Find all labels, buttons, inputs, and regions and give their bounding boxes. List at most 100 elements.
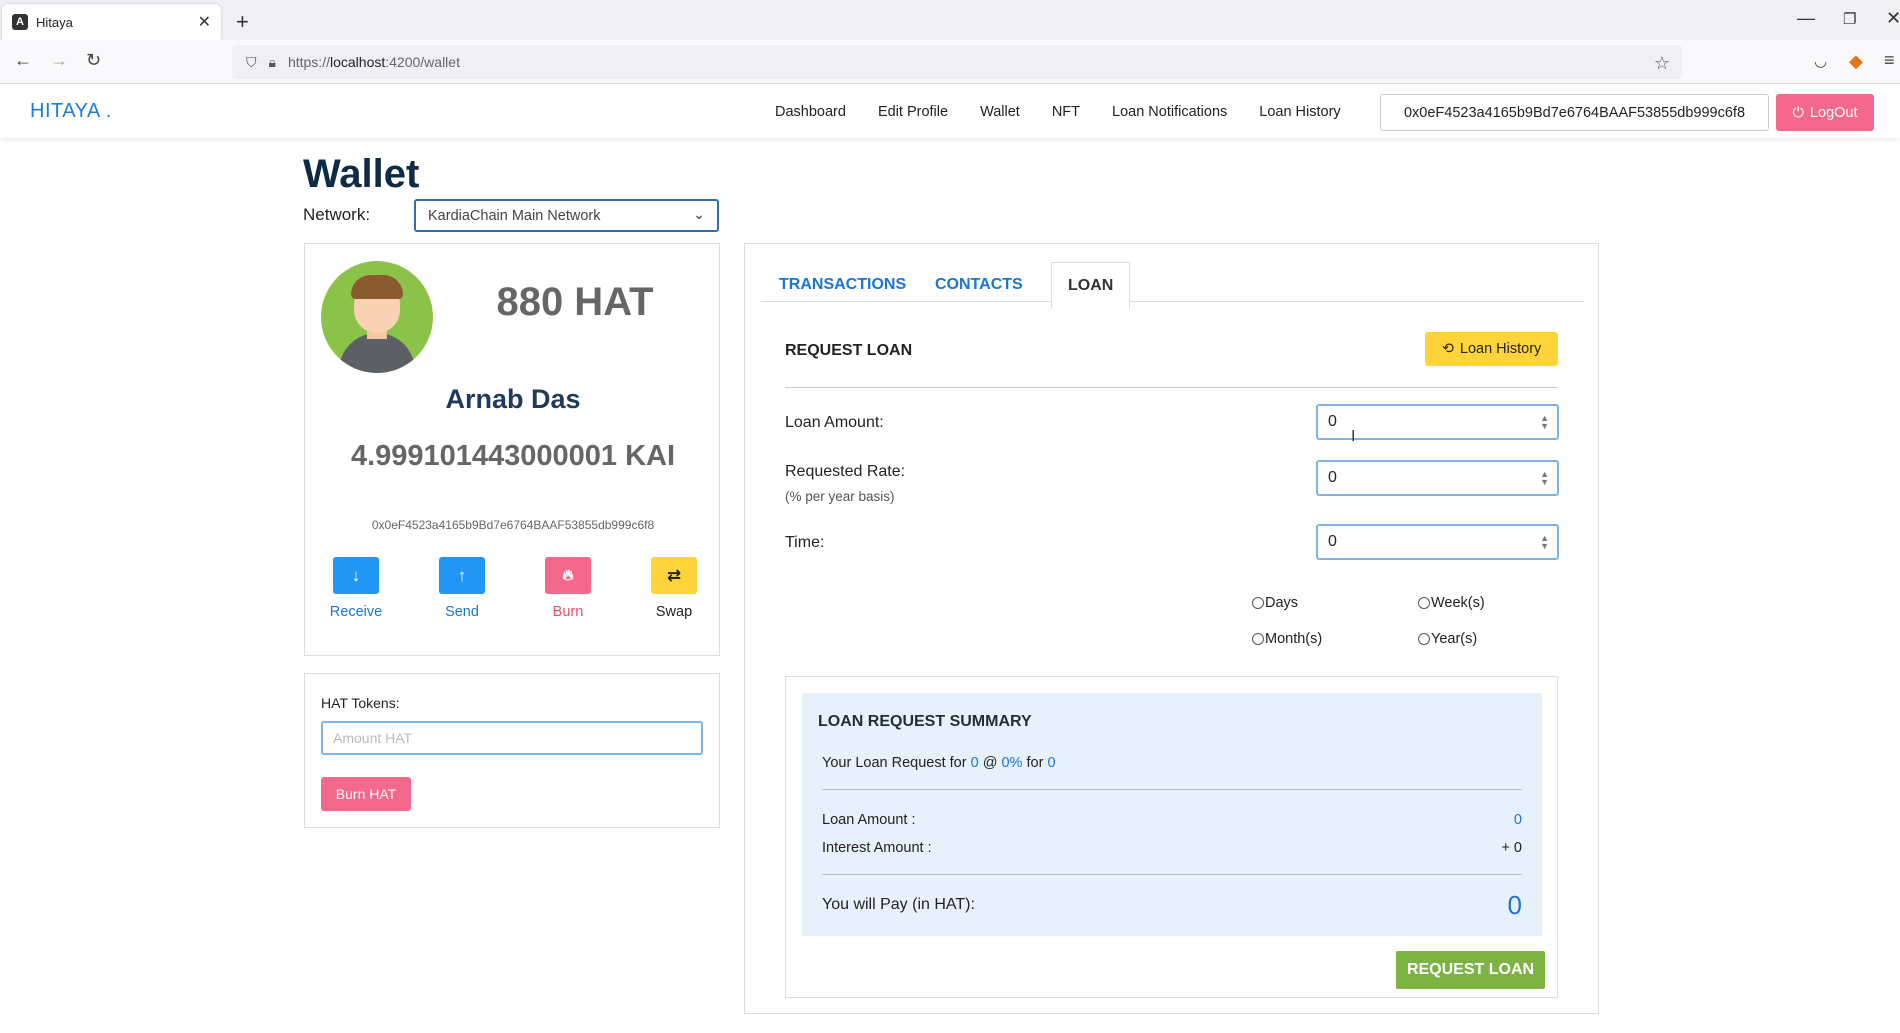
- network-select[interactable]: KardiaChain Main Network ⌄: [414, 199, 719, 232]
- tab-loan[interactable]: LOAN: [1051, 262, 1131, 309]
- profile-card: 880 HAT Arnab Das 4.999101443000001 KAI …: [304, 243, 720, 656]
- loan-summary-container: LOAN REQUEST SUMMARY Your Loan Request f…: [785, 676, 1558, 998]
- requested-rate-input[interactable]: 0 ▲ ▼: [1316, 460, 1559, 496]
- new-tab-icon[interactable]: +: [236, 9, 249, 35]
- history-icon: ⟲: [1441, 341, 1454, 357]
- loan-history-label: Loan History: [1459, 341, 1542, 357]
- power-icon: ⏻: [1792, 104, 1804, 121]
- pay-value: 0: [1507, 890, 1522, 920]
- close-tab-icon[interactable]: ✕: [198, 12, 211, 32]
- stepper-icon[interactable]: ▲ ▼: [1540, 534, 1549, 551]
- arrow-down-icon[interactable]: ↓: [333, 557, 379, 594]
- browser-toolbar: ← → ↻ ⛉ 🔒︎ https://localhost:4200/wallet…: [0, 40, 1900, 84]
- fire-icon[interactable]: 🔥︎: [545, 557, 591, 594]
- forward-icon[interactable]: →: [50, 50, 68, 71]
- nav-dashboard[interactable]: Dashboard: [775, 104, 846, 120]
- minimize-icon[interactable]: —: [1797, 8, 1815, 29]
- request-loan-title: REQUEST LOAN: [785, 342, 913, 359]
- radio-months[interactable]: Month(s): [1252, 631, 1322, 647]
- loan-request-summary: LOAN REQUEST SUMMARY Your Loan Request f…: [802, 693, 1542, 936]
- hat-balance: 880 HAT: [496, 280, 654, 324]
- metamask-fox-icon[interactable]: ◆: [1849, 51, 1863, 72]
- receive-label[interactable]: Receive: [330, 604, 382, 620]
- time-label: Time:: [785, 534, 825, 551]
- send-label[interactable]: Send: [445, 604, 479, 620]
- address-bar[interactable]: ⛉ 🔒︎ https://localhost:4200/wallet ☆: [232, 45, 1682, 79]
- nav-loan-history[interactable]: Loan History: [1259, 104, 1340, 120]
- chevron-down-icon: ⌄: [693, 206, 705, 222]
- request-loan-button[interactable]: REQUEST LOAN: [1396, 951, 1545, 989]
- summary-interest-value: + 0: [1501, 840, 1522, 856]
- loan-card: TRANSACTIONS CONTACTS LOAN REQUEST LOAN …: [744, 243, 1599, 1014]
- requested-rate-label: Requested Rate:: [785, 463, 906, 480]
- radio-years[interactable]: Year(s): [1418, 631, 1477, 647]
- divider: [822, 789, 1522, 790]
- summary-sentence: Your Loan Request for 0 @ 0% for 0: [822, 755, 1056, 771]
- radio-days[interactable]: Days: [1252, 595, 1298, 611]
- loan-history-button[interactable]: ⟲ Loan History: [1425, 332, 1558, 366]
- network-label: Network:: [303, 205, 371, 224]
- time-value: 0: [1328, 533, 1337, 550]
- burn-amount-input[interactable]: Amount HAT: [321, 721, 703, 755]
- time-input[interactable]: 0 ▲ ▼: [1316, 524, 1559, 560]
- summary-interest-row: Interest Amount : + 0: [822, 840, 1522, 856]
- swap-label[interactable]: Swap: [656, 604, 692, 620]
- logout-button[interactable]: ⏻ LogOut: [1776, 94, 1874, 131]
- arrow-up-icon[interactable]: ↑: [439, 557, 485, 594]
- text-cursor-icon: I: [1351, 428, 1356, 445]
- window-close-icon[interactable]: ✕: [1886, 8, 1900, 29]
- reload-icon[interactable]: ↻: [86, 50, 101, 71]
- shield-icon: ⛉: [246, 53, 257, 70]
- swap-action[interactable]: ⇄ Swap: [643, 557, 705, 620]
- wallet-actions: ↓ Receive ↑ Send 🔥︎ Burn ⇄ Swap: [325, 557, 705, 620]
- wallet-address-display[interactable]: 0x0eF4523a4165b9Bd7e6764BAAF53855db999c6…: [1380, 94, 1769, 131]
- pocket-icon[interactable]: ◡: [1814, 52, 1827, 70]
- lock-icon: 🔒︎: [268, 53, 276, 70]
- main-nav: Dashboard Edit Profile Wallet NFT Loan N…: [775, 85, 1341, 138]
- stepper-icon[interactable]: ▲ ▼: [1540, 470, 1549, 487]
- requested-rate-value: 0: [1328, 469, 1337, 486]
- restore-icon[interactable]: ❐: [1843, 10, 1856, 28]
- summary-loan-amount-value: 0: [1513, 812, 1522, 828]
- browser-tab-bar: A Hitaya ✕ + — ❐ ✕: [0, 0, 1900, 40]
- avatar: [321, 261, 433, 373]
- rate-basis-note: (% per year basis): [785, 489, 895, 504]
- swap-icon[interactable]: ⇄: [651, 557, 697, 594]
- summary-title: LOAN REQUEST SUMMARY: [818, 713, 1032, 730]
- brand-logo[interactable]: HITAYA .: [30, 100, 112, 123]
- tab-contacts[interactable]: CONTACTS: [935, 262, 1023, 308]
- stepper-icon[interactable]: ▲ ▼: [1540, 414, 1549, 431]
- nav-nft[interactable]: NFT: [1052, 104, 1080, 120]
- burn-label[interactable]: Burn: [553, 604, 584, 620]
- loan-amount-label: Loan Amount:: [785, 414, 884, 431]
- loan-amount-value: 0: [1328, 413, 1337, 430]
- divider: [822, 874, 1522, 875]
- bookmark-star-icon[interactable]: ☆: [1654, 53, 1670, 74]
- send-action[interactable]: ↑ Send: [431, 557, 493, 620]
- back-icon[interactable]: ←: [14, 50, 32, 71]
- nav-loan-notifications[interactable]: Loan Notifications: [1112, 104, 1227, 120]
- tab-transactions[interactable]: TRANSACTIONS: [779, 262, 906, 308]
- angular-favicon-icon: A: [12, 14, 28, 30]
- hat-tokens-label: HAT Tokens:: [321, 695, 400, 711]
- page-title: Wallet: [303, 152, 420, 196]
- summary-loan-amount-row: Loan Amount : 0: [822, 812, 1522, 828]
- burn-hat-button[interactable]: Burn HAT: [321, 777, 411, 811]
- summary-interest-label: Interest Amount :: [822, 840, 932, 856]
- nav-edit-profile[interactable]: Edit Profile: [878, 104, 948, 120]
- burn-action[interactable]: 🔥︎ Burn: [537, 557, 599, 620]
- logout-label: LogOut: [1809, 104, 1858, 121]
- radio-weeks[interactable]: Week(s): [1418, 595, 1485, 611]
- menu-icon[interactable]: ≡: [1884, 50, 1895, 71]
- browser-tab[interactable]: A Hitaya ✕: [2, 4, 221, 40]
- nav-wallet[interactable]: Wallet: [980, 104, 1020, 120]
- network-value: KardiaChain Main Network: [428, 207, 601, 224]
- app-header: HITAYA . Dashboard Edit Profile Wallet N…: [0, 85, 1900, 138]
- summary-loan-amount-label: Loan Amount :: [822, 812, 916, 828]
- pay-label: You will Pay (in HAT):: [822, 896, 975, 913]
- burn-hat-card: HAT Tokens: Amount HAT Burn HAT: [304, 673, 720, 828]
- receive-action[interactable]: ↓ Receive: [325, 557, 387, 620]
- tab-title: Hitaya: [36, 14, 73, 30]
- url-text: https://localhost:4200/wallet: [287, 54, 460, 70]
- user-name: Arnab Das: [445, 384, 581, 414]
